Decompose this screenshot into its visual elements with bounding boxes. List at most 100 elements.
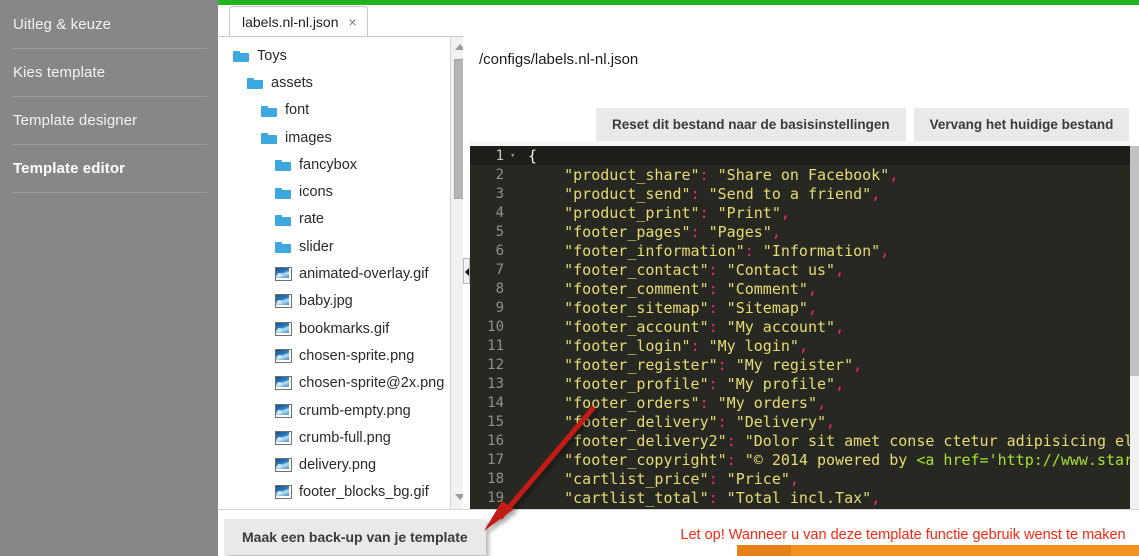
image-file-icon <box>275 485 292 500</box>
line-number: 8 <box>495 280 504 297</box>
tree-item-label: font <box>285 102 310 119</box>
code-line[interactable]: 19 "cartlist_total": "Total incl.Tax", <box>470 489 1130 508</box>
image-file-icon <box>275 294 292 309</box>
warning-line-1: Let op! Wanneer u van deze template func… <box>680 527 1126 543</box>
line-number: 17 <box>487 452 504 469</box>
code-line-text: "cartlist_price": "Price", <box>528 470 799 489</box>
code-editor[interactable]: 1 ▾ {2 "product_share": "Share on Facebook… <box>470 146 1130 509</box>
code-line[interactable]: 17 "footer_copyright": "© 2014 powered b… <box>470 451 1130 470</box>
tree-item-label: crumb-full.png <box>299 429 391 446</box>
sidebar-divider <box>13 192 207 193</box>
tree-item[interactable]: fancybox <box>219 151 449 178</box>
tree-item[interactable]: crumb-full.png <box>219 424 449 451</box>
orange-action-button[interactable] <box>737 545 1139 556</box>
code-line[interactable]: 18 "cartlist_price": "Price", <box>470 470 1130 489</box>
code-line[interactable]: 13 "footer_profile": "My profile", <box>470 375 1130 394</box>
tree-item[interactable]: footer_blocks_bg.gif <box>219 479 449 506</box>
sidebar-item-label: Uitleg & keuze <box>13 16 112 33</box>
code-line-text: "footer_sitemap": "Sitemap", <box>528 298 817 317</box>
tree-item-label: rate <box>299 211 324 228</box>
tree-item[interactable]: bookmarks.gif <box>219 315 449 342</box>
tree-item[interactable]: crumb-empty.png <box>219 397 449 424</box>
tree-item-label: chosen-sprite@2x.png <box>299 375 445 392</box>
tab-label: labels.nl-nl.json <box>242 13 339 30</box>
code-line[interactable]: 8 "footer_comment": "Comment", <box>470 279 1130 298</box>
sidebar-item-template-designer[interactable]: Template designer <box>0 97 218 144</box>
folder-icon <box>275 213 292 226</box>
tree-item[interactable]: slider <box>219 233 449 260</box>
sidebar-item-uitleg-keuze[interactable]: Uitleg & keuze <box>0 1 218 48</box>
code-line[interactable]: 7 "footer_contact": "Contact us", <box>470 260 1130 279</box>
code-line-text: "footer_account": "My account", <box>528 317 845 336</box>
sidebar-active-pointer-icon <box>204 183 218 219</box>
file-tree-panel[interactable]: Toys assets font images fancybox icons rate sli… <box>219 36 468 509</box>
code-line-text: "footer_information": "Information", <box>528 241 890 260</box>
code-line-text: "footer_delivery": "Delivery", <box>528 413 836 432</box>
tree-item-label: images <box>285 129 332 146</box>
tree-item-label: icons <box>299 184 333 201</box>
scrollbar-thumb[interactable] <box>1130 146 1139 376</box>
code-line[interactable]: 14 "footer_orders": "My orders", <box>470 394 1130 413</box>
tab-labels-nl-nl-json[interactable]: labels.nl-nl.json × <box>229 6 368 36</box>
sidebar-item-label: Template designer <box>13 112 138 129</box>
editor-pane: /configs/labels.nl-nl.json Reset dit bes… <box>470 36 1139 509</box>
make-backup-button[interactable]: Maak een back-up van je template <box>224 519 486 555</box>
code-line[interactable]: 12 "footer_register": "My register", <box>470 356 1130 375</box>
line-number: 19 <box>487 490 504 507</box>
tree-item[interactable]: delivery.png <box>219 451 449 478</box>
code-line-text: { <box>528 146 538 165</box>
replace-file-button[interactable]: Vervang het huidige bestand <box>913 108 1130 141</box>
code-line[interactable]: 6 "footer_information": "Information", <box>470 241 1130 260</box>
sidebar-item-kies-template[interactable]: Kies template <box>0 49 218 96</box>
code-line-text: "product_send": "Send to a friend", <box>528 184 881 203</box>
tree-item-label: fancybox <box>299 156 358 173</box>
tree-item[interactable]: assets <box>219 69 449 96</box>
close-icon[interactable]: × <box>349 15 357 29</box>
folder-icon <box>275 240 292 254</box>
image-file-icon <box>275 458 292 473</box>
tree-item[interactable]: chosen-sprite@2x.png <box>219 370 449 397</box>
fold-arrow-icon[interactable]: ▾ <box>510 151 523 161</box>
code-line[interactable]: 3 "product_send": "Send to a friend", <box>470 184 1130 203</box>
tree-item[interactable]: Toys <box>219 42 449 69</box>
line-number: 14 <box>487 395 504 412</box>
splitter-collapse-handle[interactable] <box>463 258 470 284</box>
code-line[interactable]: 4 "product_print": "Print", <box>470 203 1130 222</box>
app-root: Uitleg & keuze Kies template Template de… <box>0 0 1139 556</box>
reset-file-button[interactable]: Reset dit bestand naar de basisinstellin… <box>596 108 906 141</box>
code-line[interactable]: 9 "footer_sitemap": "Sitemap", <box>470 298 1130 317</box>
tree-item[interactable]: images <box>219 124 449 151</box>
code-line-text: "footer_delivery2": "Dolor sit amet cons… <box>528 432 1130 451</box>
code-line[interactable]: 1 ▾ { <box>470 146 1130 166</box>
tree-item[interactable]: icons <box>219 178 449 205</box>
code-editor-scrollbar[interactable] <box>1130 146 1139 509</box>
line-number: 5 <box>495 223 504 240</box>
code-line-text: "product_share": "Share on Facebook", <box>528 165 899 184</box>
file-path-label: /configs/labels.nl-nl.json <box>479 51 639 68</box>
code-line-text: "footer_pages": "Pages", <box>528 222 781 241</box>
image-file-icon <box>275 321 292 336</box>
tree-item-label: slider <box>299 238 334 255</box>
code-line[interactable]: 10 "footer_account": "My account", <box>470 317 1130 336</box>
line-number: 3 <box>495 185 504 202</box>
tree-item-label: crumb-empty.png <box>299 402 411 419</box>
sidebar-item-template-editor[interactable]: Template editor <box>0 145 218 192</box>
code-line[interactable]: 11 "footer_login": "My login", <box>470 336 1130 355</box>
code-line-text: "footer_comment": "Comment", <box>528 279 817 298</box>
tree-item[interactable]: rate <box>219 206 449 233</box>
code-line[interactable]: 16 "footer_delivery2": "Dolor sit amet c… <box>470 432 1130 451</box>
line-number: 6 <box>495 242 504 259</box>
sidebar-item-label: Template editor <box>13 160 126 177</box>
tree-item[interactable]: baby.jpg <box>219 288 449 315</box>
line-number: 16 <box>487 433 504 450</box>
tree-item[interactable]: animated-overlay.gif <box>219 260 449 287</box>
code-line-text: "product_print": "Print", <box>528 203 790 222</box>
code-line-text: "footer_orders": "My orders", <box>528 394 827 413</box>
code-line[interactable]: 15 "footer_delivery": "Delivery", <box>470 413 1130 432</box>
tree-item[interactable]: chosen-sprite.png <box>219 342 449 369</box>
code-line[interactable]: 2 "product_share": "Share on Facebook", <box>470 165 1130 184</box>
code-line[interactable]: 5 "footer_pages": "Pages", <box>470 222 1130 241</box>
image-file-icon <box>275 376 292 391</box>
tree-item-label: bookmarks.gif <box>299 320 390 337</box>
tree-item[interactable]: font <box>219 97 449 124</box>
